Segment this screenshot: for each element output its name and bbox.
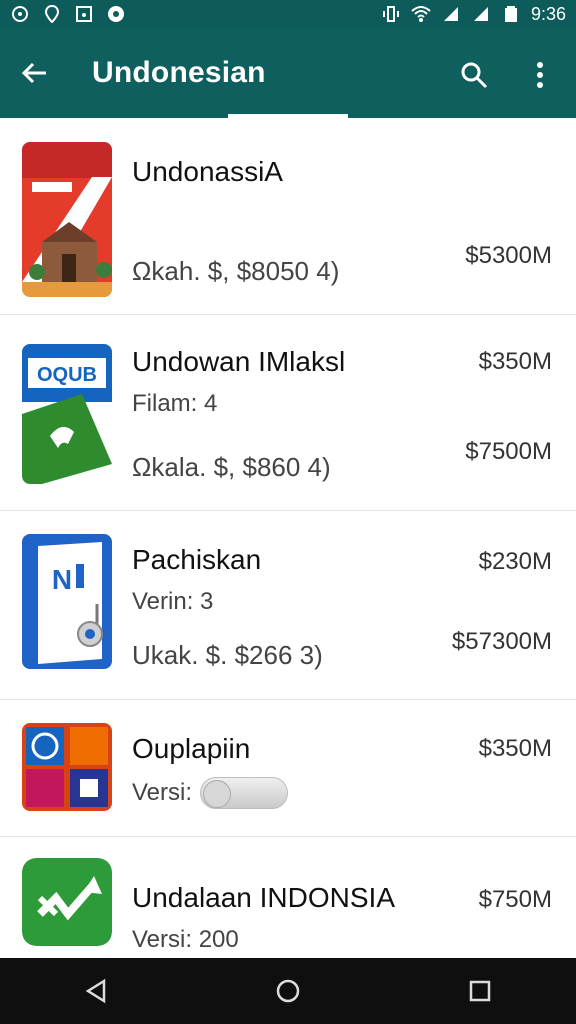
navigation-bar — [0, 958, 576, 1024]
arrow-left-icon — [21, 62, 46, 84]
tab-indicator — [228, 114, 348, 118]
signal-icon — [471, 4, 491, 24]
item-title: UndonassiA — [132, 156, 283, 187]
more-vertical-icon — [537, 62, 543, 88]
svg-text:OQUB: OQUB — [37, 364, 97, 386]
list-item[interactable]: Undalaan INDONSIA Versi: 200 $750M — [0, 838, 576, 958]
signal-icon — [441, 4, 461, 24]
item-price-bottom: $7500M — [465, 438, 552, 465]
n-app-icon: N — [22, 534, 112, 669]
item-title: Ouplapiin — [132, 733, 251, 764]
back-triangle-icon — [85, 978, 106, 1004]
page-title: Undonesian — [92, 56, 266, 89]
nav-recents-button[interactable] — [445, 958, 515, 1024]
wifi-icon — [411, 4, 431, 24]
green-arrow-app-icon — [22, 858, 112, 946]
item-title: Undalaan INDONSIA — [132, 882, 396, 913]
item-price-top: $230M — [478, 548, 552, 575]
location-icon — [42, 4, 62, 24]
item-meta: Ωkala. $, $860 4) — [132, 452, 331, 482]
list-item[interactable]: UndonassiA Ωkah. $, $8050 4) $5300M — [0, 120, 576, 315]
list-item[interactable]: N Pachiskan Verin: 3 Ukak. $. $266 3) $2… — [0, 512, 576, 700]
item-price-top: $350M — [478, 735, 552, 762]
item-title: Undowan IMlaksl — [132, 346, 346, 377]
list-item[interactable]: Ouplapiin Versi: $350M — [0, 701, 576, 837]
svg-text:N: N — [52, 564, 72, 595]
vibrate-icon — [381, 4, 401, 24]
status-bar: 9:36 — [0, 0, 576, 28]
home-circle-icon — [276, 979, 300, 1003]
search-icon — [461, 62, 488, 89]
list-item[interactable]: OQUB Undowan IMlaksl Filam: 4 Ωkala. $, … — [0, 316, 576, 511]
item-subtitle: Filam: 4 — [132, 390, 218, 417]
item-price-bottom: $57300M — [451, 628, 552, 655]
indonesia-landmark-icon — [22, 142, 112, 297]
item-price-top: $750M — [478, 886, 552, 913]
item-meta: Ωkah. $, $8050 4) — [132, 256, 340, 286]
item-subtitle: Versi: — [132, 779, 193, 806]
back-button[interactable] — [0, 28, 70, 118]
more-options-button[interactable] — [520, 53, 560, 97]
app-bar: Undonesian — [0, 28, 576, 118]
nav-home-button[interactable] — [253, 958, 323, 1024]
image-icon — [74, 4, 94, 24]
grid-app-icon — [22, 723, 112, 811]
recents-square-icon — [469, 980, 491, 1002]
toggle-knob — [203, 780, 231, 808]
item-title: Pachiskan — [132, 544, 262, 575]
record-icon — [106, 4, 126, 24]
notification-icon — [10, 4, 30, 24]
item-price-top: $350M — [478, 348, 552, 375]
search-button[interactable] — [452, 53, 496, 97]
battery-icon — [501, 4, 521, 24]
item-price: $5300M — [465, 242, 552, 269]
nav-back-button[interactable] — [61, 958, 131, 1024]
item-subtitle: Versi: 200 — [132, 926, 239, 953]
status-time: 9:36 — [530, 3, 566, 24]
version-toggle[interactable] — [200, 777, 288, 809]
phone-app-icon: OQUB — [22, 344, 112, 484]
item-subtitle: Verin: 3 — [132, 588, 214, 615]
item-meta: Ukak. $. $266 3) — [132, 640, 323, 670]
